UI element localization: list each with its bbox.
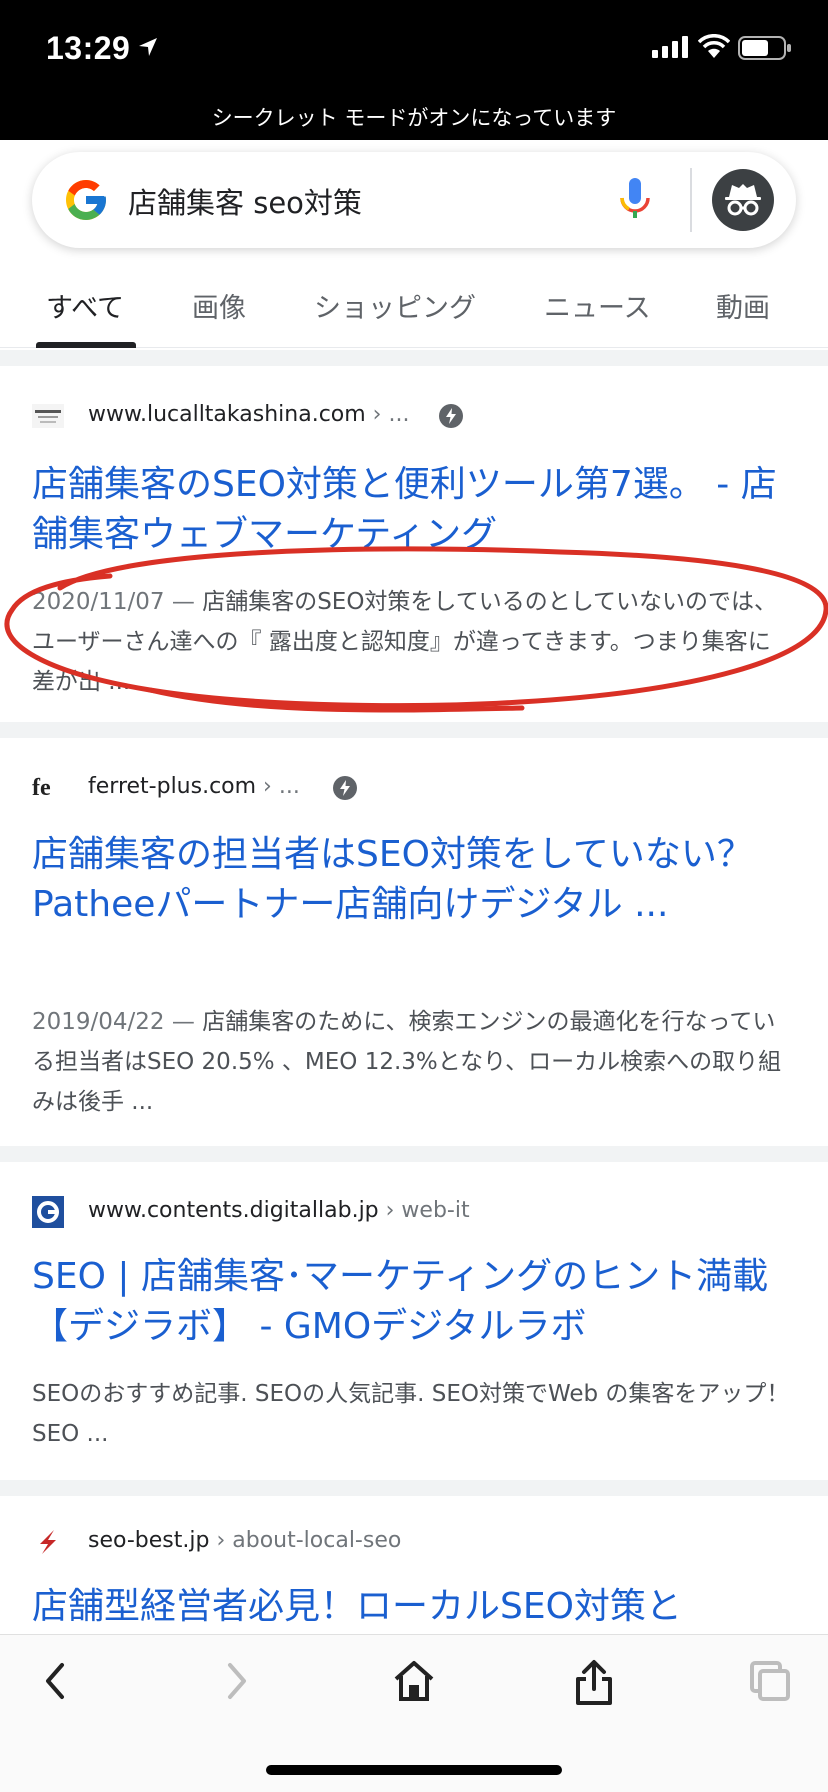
amp-icon [439,404,463,428]
status-bar: 13:29 シークレット モードがオンになっています [0,0,828,140]
wifi-icon [698,34,730,58]
result-snippet: SEOのおすすめ記事. SEOの人気記事. SEO対策でWeb の集客をアップ！… [32,1381,790,1447]
tab-images[interactable]: 画像 [192,286,246,325]
result-url[interactable]: seo-best.jp › about-local-seo [88,1528,401,1553]
tab-shopping[interactable]: ショッピング [314,286,476,325]
amp-icon [333,776,357,800]
result-snippet: 2020/11/07 — 店舗集客のSEO対策をしているのとしていないのでは、ユ… [32,589,778,695]
result-title-link[interactable]: 店舗集客のSEO対策と便利ツール第7選。 - 店舗集客ウェブマーケティング [32,460,792,560]
result-title-link[interactable]: 店舗型経営者必見！ローカルSEO対策と [32,1582,792,1632]
share-icon[interactable] [572,1659,616,1707]
incognito-avatar-icon[interactable] [712,169,774,231]
result-title-link[interactable]: SEO | 店舗集客･マーケティングのヒント満載【デジラボ】 - GMOデジタル… [32,1252,792,1352]
search-box[interactable]: 店舗集客 seo対策 [32,152,796,248]
active-tab-indicator [36,342,136,348]
result-url[interactable]: ferret-plus.com › ... [88,774,300,799]
tabs-icon[interactable] [748,1659,792,1703]
site-favicon-icon: fe [32,775,51,801]
bottom-toolbar [0,1634,828,1792]
search-result: seo-best.jp › about-local-seo 店舗型経営者必見！ロ… [0,1496,828,1634]
back-icon[interactable] [38,1659,74,1703]
tab-all[interactable]: すべて [46,286,124,325]
separator [0,722,828,738]
site-favicon-icon [40,1530,56,1554]
incognito-banner: シークレット モードがオンになっています [211,106,617,130]
site-favicon-icon [32,404,64,428]
search-tabs: すべて 画像 ショッピング ニュース 動画 [0,270,828,348]
tab-videos[interactable]: 動画 [716,286,770,325]
home-indicator [266,1765,562,1775]
microphone-icon[interactable] [618,176,652,224]
result-snippet: 2019/04/22 — 店舗集客のために、検索エンジンの最適化を行なっている担… [32,1009,782,1115]
tab-news[interactable]: ニュース [544,286,651,325]
search-result: www.contents.digitallab.jp › web-it SEO … [0,1162,828,1480]
location-arrow-icon [139,38,157,56]
separator [0,350,828,366]
battery-icon [738,36,791,60]
separator [0,1480,828,1496]
divider [690,168,692,232]
google-logo-icon [66,180,106,220]
result-title-link[interactable]: 店舗集客の担当者はSEO対策をしていない？ Patheeパートナー店舗向けデジタ… [32,830,792,930]
forward-icon[interactable] [218,1659,254,1703]
status-time: 13:29 [46,30,131,66]
search-result: fe ferret-plus.com › ... 店舗集客の担当者はSEO対策を… [0,738,828,1146]
cellular-signal-icon [652,36,688,58]
result-url[interactable]: www.lucalltakashina.com › ... [88,402,409,427]
result-url[interactable]: www.contents.digitallab.jp › web-it [88,1198,470,1223]
search-input[interactable]: 店舗集客 seo対策 [128,180,362,222]
site-favicon-icon [32,1196,64,1228]
search-result: www.lucalltakashina.com › ... 店舗集客のSEO対策… [0,366,828,722]
separator [0,1146,828,1162]
home-icon[interactable] [392,1659,436,1703]
